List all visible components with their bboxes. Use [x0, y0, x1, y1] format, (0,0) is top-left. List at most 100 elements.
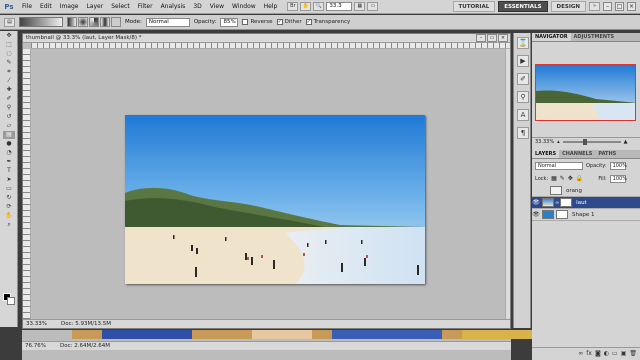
reflected-gradient-icon[interactable]: [100, 17, 110, 27]
history-panel-icon[interactable]: ⌛: [517, 37, 529, 49]
document-restore-icon[interactable]: ▭: [487, 34, 497, 42]
document-close-icon[interactable]: ×: [498, 34, 508, 42]
background-color-swatch[interactable]: [7, 297, 15, 305]
menu-3d[interactable]: 3D: [189, 3, 205, 10]
lasso-tool-icon[interactable]: ◌: [3, 50, 15, 58]
close-icon[interactable]: ×: [627, 2, 636, 11]
brushes-panel-icon[interactable]: ✐: [517, 73, 529, 85]
eyedropper-tool-icon[interactable]: ⁄: [3, 77, 15, 85]
reverse-checkbox[interactable]: [242, 19, 249, 25]
dither-checkbox[interactable]: ✓: [276, 19, 283, 25]
zoom-in-icon[interactable]: ▲: [624, 139, 628, 145]
clone-source-panel-icon[interactable]: ⚲: [517, 91, 529, 103]
menu-file[interactable]: File: [18, 3, 36, 10]
vector-mask-thumbnail[interactable]: [556, 210, 568, 219]
eraser-tool-icon[interactable]: ▱: [3, 122, 15, 130]
document-minimize-icon[interactable]: –: [476, 34, 486, 42]
move-tool-icon[interactable]: ✥: [3, 32, 15, 40]
lock-image-icon[interactable]: ✎: [560, 175, 565, 182]
document-size-info[interactable]: Doc: 5.93M/13.5M: [61, 321, 111, 327]
lock-position-icon[interactable]: ✥: [568, 175, 573, 182]
layer-row-laut[interactable]: 👁 ∞ laut: [532, 197, 640, 209]
crop-tool-icon[interactable]: ⌗: [3, 68, 15, 76]
add-mask-icon[interactable]: ◙: [595, 350, 601, 357]
zoom-out-icon[interactable]: ▴: [557, 139, 560, 145]
layer-link-icon[interactable]: ∞: [555, 200, 559, 206]
launch-bridge-icon[interactable]: Br: [287, 2, 299, 11]
hand-tool-icon[interactable]: ✋: [3, 212, 15, 220]
zoom-level-field[interactable]: 33.3: [326, 2, 353, 11]
transparency-option[interactable]: ✓ Transparency: [305, 19, 350, 25]
eye-icon[interactable]: 👁: [532, 199, 540, 206]
second-document-size-info[interactable]: Doc: 2.64M/2.64M: [60, 343, 110, 349]
document-tab[interactable]: thumbnail @ 33.3% (laut, Layer Mask/8) *…: [23, 34, 510, 43]
gradient-tool-icon[interactable]: ▤: [3, 131, 15, 139]
vertical-scrollbar[interactable]: [505, 49, 510, 319]
document-zoom-field[interactable]: 33.33%: [26, 321, 47, 327]
navigator-zoom-value[interactable]: 33.33%: [535, 139, 554, 145]
canvas-pasteboard[interactable]: [31, 49, 505, 319]
menu-analysis[interactable]: Analysis: [157, 3, 190, 10]
pen-tool-icon[interactable]: ✒: [3, 158, 15, 166]
mode-select[interactable]: Normal: [145, 17, 190, 27]
quick-selection-tool-icon[interactable]: ✎: [3, 59, 15, 67]
menu-layer[interactable]: Layer: [82, 3, 107, 10]
radial-gradient-icon[interactable]: [78, 17, 88, 27]
layer-style-icon[interactable]: fx: [586, 350, 592, 357]
beach-photo-canvas[interactable]: [125, 115, 425, 284]
menu-filter[interactable]: Filter: [134, 3, 157, 10]
menu-edit[interactable]: Edit: [36, 3, 56, 10]
vertical-ruler[interactable]: [23, 49, 31, 319]
tab-channels[interactable]: CHANNELS: [559, 150, 595, 158]
tool-preset-icon[interactable]: ▤: [4, 17, 15, 27]
actions-panel-icon[interactable]: ▶: [517, 55, 529, 67]
brush-tool-icon[interactable]: ✐: [3, 95, 15, 103]
angle-gradient-icon[interactable]: [89, 17, 99, 27]
menu-image[interactable]: Image: [56, 3, 83, 10]
menu-window[interactable]: Window: [228, 3, 260, 10]
dither-option[interactable]: ✓ Dither: [276, 19, 302, 25]
color-swatches[interactable]: [3, 293, 15, 305]
layer-name[interactable]: Shape 1: [572, 212, 594, 218]
dodge-tool-icon[interactable]: ◔: [3, 149, 15, 157]
3d-rotate-tool-icon[interactable]: ↻: [3, 194, 15, 202]
clone-stamp-tool-icon[interactable]: ⚲: [3, 104, 15, 112]
navigator-zoom-slider[interactable]: [562, 139, 621, 145]
workspace-tutorial-button[interactable]: TUTORIAL: [452, 1, 496, 12]
eye-icon[interactable]: 👁: [532, 211, 540, 218]
healing-brush-tool-icon[interactable]: ✚: [3, 86, 15, 94]
linear-gradient-icon[interactable]: [67, 17, 77, 27]
workspace-more-icon[interactable]: »: [589, 2, 600, 11]
workspace-design-button[interactable]: DESIGN: [550, 1, 586, 12]
hand-tool-icon[interactable]: ✋: [300, 2, 312, 11]
paragraph-panel-icon[interactable]: ¶: [517, 127, 529, 139]
tab-adjustments[interactable]: ADJUSTMENTS: [571, 33, 618, 41]
maximize-icon[interactable]: □: [615, 2, 624, 11]
marquee-tool-icon[interactable]: ⬚: [3, 41, 15, 49]
second-document-window[interactable]: 76.76% Doc: 2.64M/2.64M: [22, 330, 532, 360]
zoom-tool-icon[interactable]: 🔍: [313, 2, 325, 11]
path-selection-tool-icon[interactable]: ➤: [3, 176, 15, 184]
menu-help[interactable]: Help: [260, 3, 282, 10]
trash-icon[interactable]: 🗑: [629, 350, 637, 357]
menu-view[interactable]: View: [206, 3, 228, 10]
layer-opacity-field[interactable]: 100%: [609, 161, 627, 170]
history-brush-tool-icon[interactable]: ↺: [3, 113, 15, 121]
character-panel-icon[interactable]: A: [517, 109, 529, 121]
blend-mode-select[interactable]: Normal: [535, 161, 583, 170]
new-group-icon[interactable]: ▭: [612, 350, 618, 357]
new-layer-icon[interactable]: ▣: [621, 350, 627, 357]
minimize-icon[interactable]: –: [603, 2, 612, 11]
type-tool-icon[interactable]: T: [3, 167, 15, 175]
lock-all-icon[interactable]: 🔒: [576, 175, 583, 182]
blur-tool-icon[interactable]: ●: [3, 140, 15, 148]
layer-mask-thumbnail[interactable]: [560, 198, 573, 207]
diamond-gradient-icon[interactable]: [111, 17, 121, 27]
lock-transparent-icon[interactable]: ▦: [551, 175, 557, 182]
opacity-field[interactable]: 85%: [220, 17, 239, 27]
layer-row-orang[interactable]: orang: [532, 185, 640, 197]
navigator-zoom-slider-knob[interactable]: [582, 139, 587, 145]
second-document-zoom-field[interactable]: 76.76%: [25, 343, 46, 349]
layer-name[interactable]: orang: [566, 188, 582, 194]
gradient-picker[interactable]: [19, 17, 63, 27]
